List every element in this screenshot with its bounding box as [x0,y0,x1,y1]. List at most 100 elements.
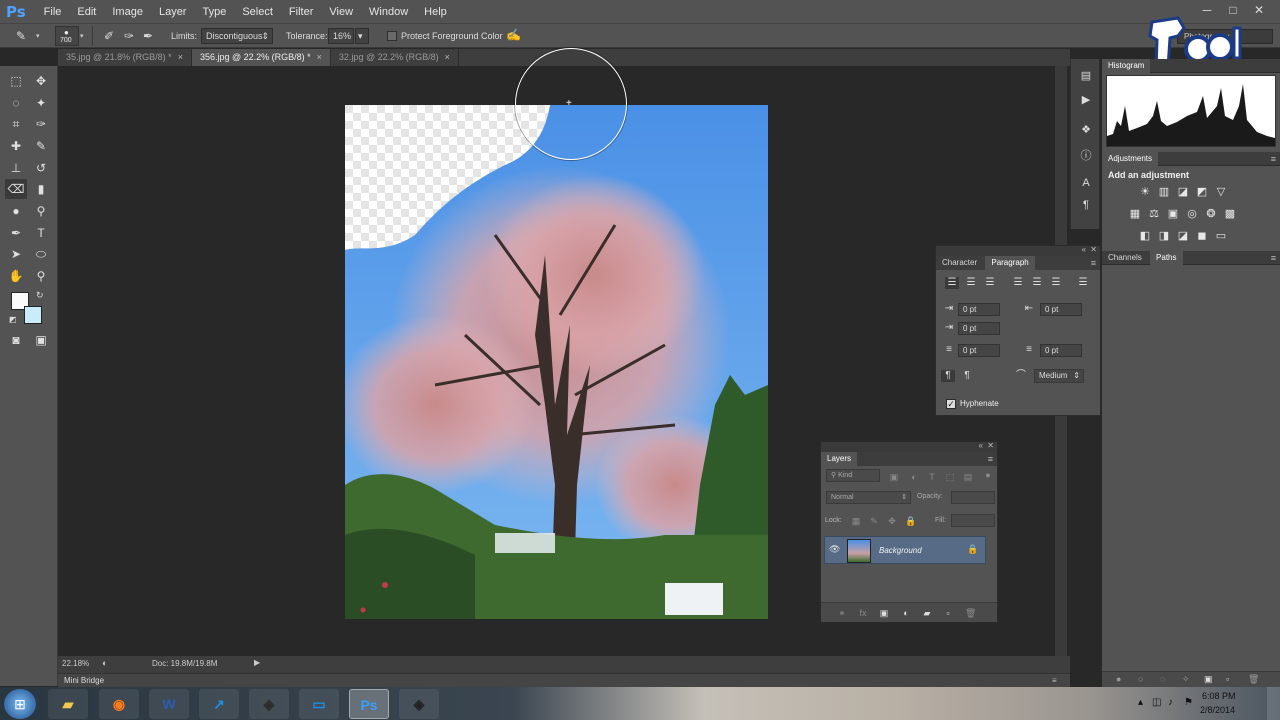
screen-mode-icon[interactable]: ▣ [30,330,52,350]
word-icon[interactable]: W [149,689,189,719]
collapse-icon[interactable]: « [979,441,983,450]
add-mask-icon[interactable]: ▣ [1204,674,1213,685]
healing-brush-icon[interactable]: ✚ [5,136,27,156]
remote-desktop-icon[interactable]: ▭ [299,689,339,719]
photoshop-icon[interactable]: Ps [349,689,389,719]
sampling-swatch-icon[interactable]: ✒ [143,29,153,43]
tablet-pressure-icon[interactable]: ✍ [506,28,521,42]
fill-input[interactable] [951,514,995,527]
mini-bridge-bar[interactable]: Mini Bridge ≡ [58,673,1070,687]
menu-edit[interactable]: Edit [69,6,104,18]
brush-size-dropdown-icon[interactable]: ▾ [80,32,84,40]
history-icon[interactable]: ▤ [1078,69,1094,85]
space-before-input[interactable]: 0 pt [958,344,1000,357]
make-work-path-icon[interactable]: ✧ [1182,674,1190,685]
panel-titlebar[interactable]: « ✕ [936,245,1100,256]
justify-center-icon[interactable]: ☰ [1030,277,1044,289]
first-line-input[interactable]: 0 pt [958,322,1000,335]
tab-character[interactable]: Character [936,256,983,270]
hue-saturation-icon[interactable]: ▦ [1128,208,1142,220]
paragraph-panel-icon[interactable]: ¶ [1078,199,1094,215]
justify-all-icon[interactable]: ☰ [1076,277,1090,289]
threshold-icon[interactable]: ◪ [1176,230,1190,242]
panel-menu-icon[interactable]: ≡ [1091,256,1096,270]
ellipse-tool-icon[interactable]: ⬭ [30,244,52,264]
tab-paths[interactable]: Paths [1150,251,1183,265]
fill-path-icon[interactable]: ● [1116,674,1121,684]
clone-stamp-icon[interactable]: ⊥ [5,158,27,178]
tray-expand-icon[interactable]: ▴ [1138,697,1143,708]
default-colors-icon[interactable]: ◩ [9,315,17,324]
flag-icon[interactable]: ⚑ [1184,697,1193,708]
background-color-swatch[interactable] [24,306,42,324]
tab-channels[interactable]: Channels [1102,251,1148,265]
align-left-icon[interactable]: ☰ [945,277,959,289]
selective-color-icon[interactable]: ◼ [1195,230,1209,242]
filter-shape-icon[interactable]: ⬚ [945,472,955,482]
brush-tool-icon[interactable]: ✎ [30,136,52,156]
adjustment-layer-icon[interactable]: ◐ [901,608,911,618]
lasso-tool-icon[interactable]: ◌ [5,93,27,113]
menu-filter[interactable]: Filter [281,6,321,18]
filter-toggle-icon[interactable]: ● [983,470,993,480]
ltr-direction-icon[interactable]: ¶ [941,370,955,382]
lock-position-icon[interactable]: ✥ [887,516,897,526]
menu-type[interactable]: Type [194,6,234,18]
menu-window[interactable]: Window [361,6,416,18]
lock-all-icon[interactable]: 🔒 [905,516,916,526]
panel-menu-icon[interactable]: ≡ [1271,152,1276,166]
path-select-icon[interactable]: ➤ [5,244,27,264]
eye-visibility-icon[interactable]: 👁 [829,544,840,555]
panel-titlebar[interactable]: « ✕ [821,441,997,452]
rtl-direction-icon[interactable]: ¶ [960,370,974,382]
load-selection-icon[interactable]: ◌ [1160,674,1165,684]
menu-image[interactable]: Image [104,6,151,18]
exposure-icon[interactable]: ◩ [1195,186,1209,198]
tab-paragraph[interactable]: Paragraph [985,256,1035,270]
layer-style-icon[interactable]: fx [858,608,868,618]
invert-icon[interactable]: ◧ [1138,230,1152,242]
move-tool-icon[interactable]: ✥ [30,71,52,91]
info-icon[interactable]: ⓘ [1078,147,1094,163]
menu-select[interactable]: Select [234,6,281,18]
indent-left-input[interactable]: 0 pt [958,303,1000,316]
volume-icon[interactable]: ♪ [1168,697,1173,708]
brightness-icon[interactable]: ☀ [1138,186,1152,198]
panel-menu-icon[interactable]: ≡ [1052,674,1057,688]
explorer-icon[interactable]: ▰ [48,689,88,719]
history-brush-icon[interactable]: ↺ [30,158,52,178]
layer-row[interactable]: 👁 Background 🔒 [824,536,986,564]
brush-presets-icon[interactable]: ❖ [1078,123,1094,139]
start-button[interactable]: ⊞ [4,689,36,719]
new-group-icon[interactable]: ▰ [922,608,932,618]
posterize-icon[interactable]: ◨ [1157,230,1171,242]
firefox-icon[interactable]: ◉ [99,689,139,719]
space-after-input[interactable]: 0 pt [1040,344,1082,357]
show-desktop-button[interactable] [1266,687,1280,720]
gradient-tool-icon[interactable]: ▮ [30,179,52,199]
gradient-map-icon[interactable]: ▭ [1214,230,1228,242]
capture-icon[interactable]: ◈ [249,689,289,719]
pen-tool-icon[interactable]: ✒ [5,223,27,243]
hyphenate-checkbox[interactable]: ✓ [946,399,956,409]
eraser-tool-active-icon[interactable]: ⌫ [5,179,27,199]
status-menu-icon[interactable]: ▶ [254,658,260,667]
eraser-tool-icon[interactable]: ✎ [16,29,26,43]
zoom-tool-icon[interactable]: ⚲ [30,266,52,286]
filter-type-icon[interactable]: T [927,472,937,482]
info-icon[interactable]: ◐ [102,658,107,668]
close-icon[interactable]: × [317,52,322,62]
filter-pixel-icon[interactable]: ▣ [889,472,899,482]
quick-select-tool-icon[interactable]: ✦ [30,93,52,113]
recorder-icon[interactable]: ◈ [399,689,439,719]
layer-name[interactable]: Background [879,546,922,555]
channel-mixer-icon[interactable]: ❂ [1204,208,1218,220]
lock-image-icon[interactable]: ✎ [869,516,879,526]
sampling-once-icon[interactable]: ✑ [124,29,134,43]
sampling-continuous-icon[interactable]: ✐ [104,29,114,43]
app-icon[interactable]: ↗ [199,689,239,719]
menu-file[interactable]: File [36,6,70,18]
network-icon[interactable]: ◫ [1152,697,1161,708]
quick-mask-icon[interactable]: ◙ [5,330,27,350]
filter-adjustment-icon[interactable]: ◐ [909,472,919,482]
